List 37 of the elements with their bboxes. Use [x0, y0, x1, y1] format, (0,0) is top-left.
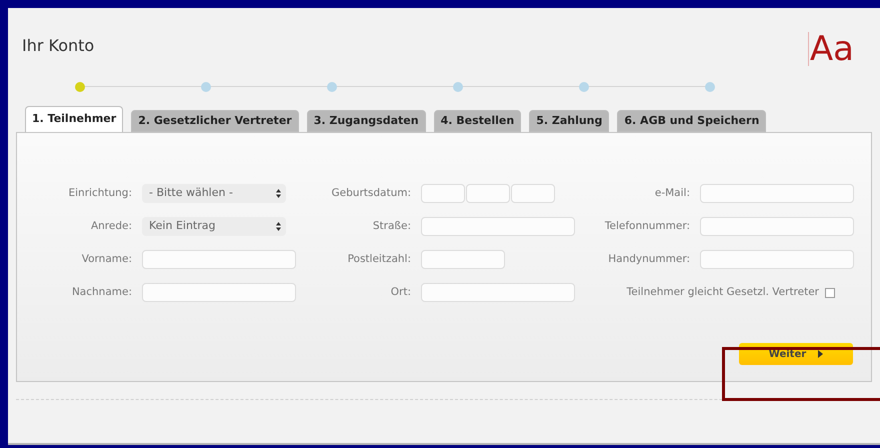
updown-icon [276, 222, 281, 231]
input-field[interactable] [421, 217, 575, 236]
logo: Aa [808, 32, 854, 66]
input-field[interactable] [700, 184, 854, 203]
field-label: Straße: [372, 218, 411, 234]
input-field[interactable] [421, 283, 575, 302]
play-icon [818, 350, 824, 358]
updown-icon [276, 189, 281, 198]
field-label: Vorname: [80, 252, 132, 267]
input-field[interactable] [421, 250, 505, 269]
tab[interactable]: 4. Bestellen [434, 110, 522, 132]
select-dropdown[interactable]: - Bitte wählen - [142, 184, 286, 203]
field-label: Ort: [390, 284, 411, 300]
input-field[interactable] [700, 217, 854, 236]
select-dropdown[interactable]: Kein Eintrag [142, 217, 286, 236]
field-label: Postleitzahl: [346, 252, 411, 267]
field-label: Handynummer: [607, 252, 690, 267]
tab[interactable]: 2. Gesetzlicher Vertreter [131, 110, 299, 132]
tab[interactable]: 3. Zugangsdaten [306, 110, 426, 132]
tab[interactable]: 5. Zahlung [529, 110, 610, 132]
field-label: Geburtsdatum: [330, 186, 411, 201]
input-field[interactable] [142, 283, 296, 302]
month-field[interactable] [466, 184, 510, 203]
field-label: Nachname: [70, 284, 132, 300]
year-field[interactable] [511, 184, 555, 203]
field-label: Anrede: [90, 218, 132, 234]
input-field[interactable] [142, 250, 296, 269]
tab[interactable]: 6. AGB und Speichern [617, 110, 766, 132]
field-label: Telefonnummer: [604, 218, 690, 234]
day-field[interactable] [421, 184, 465, 203]
field-label: e-Mail: [654, 186, 690, 201]
page-title: Ihr Konto [22, 35, 94, 57]
checkbox[interactable] [825, 288, 835, 298]
input-field[interactable] [700, 250, 854, 269]
field-label: Einrichtung: [68, 186, 132, 201]
field-label: Teilnehmer gleicht Gesetzl. Vertreter [626, 284, 819, 300]
tab[interactable]: 1. Teilnehmer [25, 106, 124, 132]
